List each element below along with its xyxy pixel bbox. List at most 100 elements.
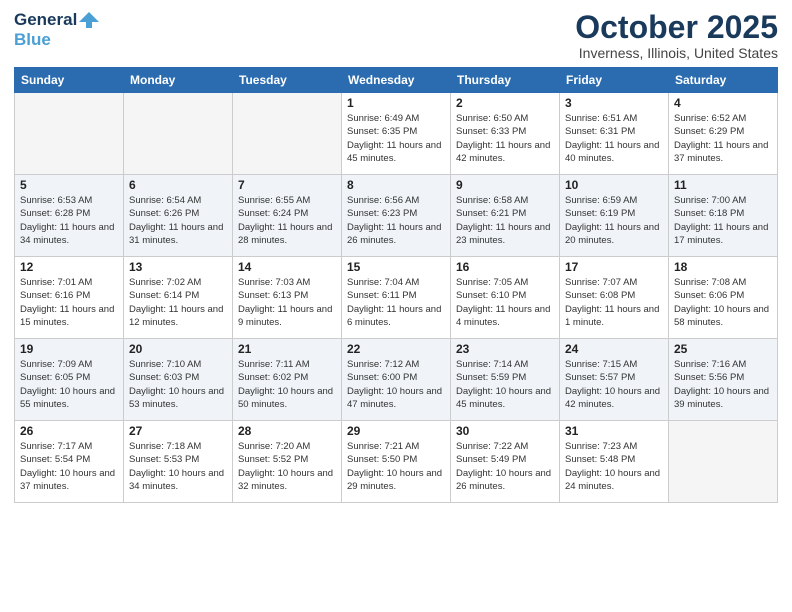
day-info: Sunrise: 7:05 AMSunset: 6:10 PMDaylight:… bbox=[456, 276, 554, 329]
table-row bbox=[233, 93, 342, 175]
day-info: Sunrise: 7:03 AMSunset: 6:13 PMDaylight:… bbox=[238, 276, 336, 329]
table-row: 10 Sunrise: 6:59 AMSunset: 6:19 PMDayligh… bbox=[560, 175, 669, 257]
table-row: 13 Sunrise: 7:02 AMSunset: 6:14 PMDayligh… bbox=[124, 257, 233, 339]
table-row: 4Sunrise: 6:52 AMSunset: 6:29 PMDaylight… bbox=[669, 93, 778, 175]
table-row bbox=[124, 93, 233, 175]
table-row: 26 Sunrise: 7:17 AMSunset: 5:54 PMDayligh… bbox=[15, 421, 124, 503]
table-row: 22Sunrise: 7:12 AMSunset: 6:00 PMDayligh… bbox=[342, 339, 451, 421]
calendar-week-row: 12 Sunrise: 7:01 AMSunset: 6:16 PMDayligh… bbox=[15, 257, 778, 339]
calendar-header-row: Sunday Monday Tuesday Wednesday Thursday… bbox=[15, 68, 778, 93]
table-row bbox=[15, 93, 124, 175]
day-number: 9 bbox=[456, 178, 554, 192]
table-row: 11 Sunrise: 7:00 AMSunset: 6:18 PMDayligh… bbox=[669, 175, 778, 257]
page: General Blue October 2025 Inverness, Ill… bbox=[0, 0, 792, 612]
day-info: Sunrise: 7:22 AMSunset: 5:49 PMDaylight:… bbox=[456, 440, 554, 493]
day-number: 7 bbox=[238, 178, 336, 192]
table-row: 23Sunrise: 7:14 AMSunset: 5:59 PMDayligh… bbox=[451, 339, 560, 421]
table-row: 18 Sunrise: 7:08 AMSunset: 6:06 PMDayligh… bbox=[669, 257, 778, 339]
day-info: Sunrise: 7:07 AMSunset: 6:08 PMDaylight:… bbox=[565, 276, 663, 329]
day-number: 30 bbox=[456, 424, 554, 438]
calendar-week-row: 1 Sunrise: 6:49 AMSunset: 6:35 PMDaylight… bbox=[15, 93, 778, 175]
location: Inverness, Illinois, United States bbox=[575, 45, 778, 61]
day-info: Sunrise: 7:08 AMSunset: 6:06 PMDaylight:… bbox=[674, 276, 772, 329]
table-row: 20 Sunrise: 7:10 AMSunset: 6:03 PMDayligh… bbox=[124, 339, 233, 421]
col-tuesday: Tuesday bbox=[233, 68, 342, 93]
col-saturday: Saturday bbox=[669, 68, 778, 93]
logo-bird-icon bbox=[79, 12, 99, 28]
logo-blue: Blue bbox=[14, 30, 51, 49]
header: General Blue October 2025 Inverness, Ill… bbox=[14, 10, 778, 61]
day-info: Sunrise: 7:17 AMSunset: 5:54 PMDaylight:… bbox=[20, 440, 118, 493]
table-row: 8 Sunrise: 6:56 AMSunset: 6:23 PMDaylight… bbox=[342, 175, 451, 257]
day-number: 28 bbox=[238, 424, 336, 438]
col-thursday: Thursday bbox=[451, 68, 560, 93]
day-info: Sunrise: 7:02 AMSunset: 6:14 PMDaylight:… bbox=[129, 276, 227, 329]
day-number: 21 bbox=[238, 342, 336, 356]
day-number: 8 bbox=[347, 178, 445, 192]
day-number: 14 bbox=[238, 260, 336, 274]
day-info: Sunrise: 6:53 AMSunset: 6:28 PMDaylight:… bbox=[20, 194, 118, 247]
day-info: Sunrise: 7:11 AMSunset: 6:02 PMDaylight:… bbox=[238, 358, 336, 411]
day-number: 10 bbox=[565, 178, 663, 192]
table-row: 5Sunrise: 6:53 AMSunset: 6:28 PMDaylight… bbox=[15, 175, 124, 257]
col-sunday: Sunday bbox=[15, 68, 124, 93]
table-row: 27 Sunrise: 7:18 AMSunset: 5:53 PMDayligh… bbox=[124, 421, 233, 503]
day-number: 24 bbox=[565, 342, 663, 356]
day-info: Sunrise: 6:50 AMSunset: 6:33 PMDaylight:… bbox=[456, 112, 554, 165]
day-info: Sunrise: 7:15 AMSunset: 5:57 PMDaylight:… bbox=[565, 358, 663, 411]
col-friday: Friday bbox=[560, 68, 669, 93]
day-number: 29 bbox=[347, 424, 445, 438]
day-number: 27 bbox=[129, 424, 227, 438]
table-row: 14 Sunrise: 7:03 AMSunset: 6:13 PMDayligh… bbox=[233, 257, 342, 339]
table-row: 6 Sunrise: 6:54 AMSunset: 6:26 PMDaylight… bbox=[124, 175, 233, 257]
day-number: 4 bbox=[674, 96, 772, 110]
day-number: 25 bbox=[674, 342, 772, 356]
day-info: Sunrise: 6:56 AMSunset: 6:23 PMDaylight:… bbox=[347, 194, 445, 247]
day-info: Sunrise: 7:14 AMSunset: 5:59 PMDaylight:… bbox=[456, 358, 554, 411]
col-monday: Monday bbox=[124, 68, 233, 93]
day-info: Sunrise: 7:21 AMSunset: 5:50 PMDaylight:… bbox=[347, 440, 445, 493]
day-number: 13 bbox=[129, 260, 227, 274]
day-info: Sunrise: 7:23 AMSunset: 5:48 PMDaylight:… bbox=[565, 440, 663, 493]
day-info: Sunrise: 6:58 AMSunset: 6:21 PMDaylight:… bbox=[456, 194, 554, 247]
col-wednesday: Wednesday bbox=[342, 68, 451, 93]
table-row: 7 Sunrise: 6:55 AMSunset: 6:24 PMDaylight… bbox=[233, 175, 342, 257]
day-info: Sunrise: 6:49 AMSunset: 6:35 PMDaylight:… bbox=[347, 112, 445, 165]
day-info: Sunrise: 6:54 AMSunset: 6:26 PMDaylight:… bbox=[129, 194, 227, 247]
day-info: Sunrise: 7:10 AMSunset: 6:03 PMDaylight:… bbox=[129, 358, 227, 411]
day-info: Sunrise: 6:51 AMSunset: 6:31 PMDaylight:… bbox=[565, 112, 663, 165]
table-row: 3 Sunrise: 6:51 AMSunset: 6:31 PMDaylight… bbox=[560, 93, 669, 175]
day-info: Sunrise: 7:00 AMSunset: 6:18 PMDaylight:… bbox=[674, 194, 772, 247]
day-number: 20 bbox=[129, 342, 227, 356]
table-row: 12 Sunrise: 7:01 AMSunset: 6:16 PMDayligh… bbox=[15, 257, 124, 339]
day-info: Sunrise: 7:09 AMSunset: 6:05 PMDaylight:… bbox=[20, 358, 118, 411]
day-number: 26 bbox=[20, 424, 118, 438]
day-number: 1 bbox=[347, 96, 445, 110]
calendar-week-row: 26 Sunrise: 7:17 AMSunset: 5:54 PMDayligh… bbox=[15, 421, 778, 503]
day-info: Sunrise: 7:12 AMSunset: 6:00 PMDaylight:… bbox=[347, 358, 445, 411]
day-number: 18 bbox=[674, 260, 772, 274]
month-title: October 2025 bbox=[575, 10, 778, 45]
day-number: 6 bbox=[129, 178, 227, 192]
day-number: 11 bbox=[674, 178, 772, 192]
logo: General Blue bbox=[14, 10, 99, 50]
table-row: 29 Sunrise: 7:21 AMSunset: 5:50 PMDayligh… bbox=[342, 421, 451, 503]
logo-general: General bbox=[14, 10, 77, 30]
title-block: October 2025 Inverness, Illinois, United… bbox=[575, 10, 778, 61]
day-number: 2 bbox=[456, 96, 554, 110]
day-info: Sunrise: 7:18 AMSunset: 5:53 PMDaylight:… bbox=[129, 440, 227, 493]
day-info: Sunrise: 7:04 AMSunset: 6:11 PMDaylight:… bbox=[347, 276, 445, 329]
day-number: 3 bbox=[565, 96, 663, 110]
day-info: Sunrise: 6:55 AMSunset: 6:24 PMDaylight:… bbox=[238, 194, 336, 247]
day-info: Sunrise: 7:01 AMSunset: 6:16 PMDaylight:… bbox=[20, 276, 118, 329]
day-info: Sunrise: 7:16 AMSunset: 5:56 PMDaylight:… bbox=[674, 358, 772, 411]
day-number: 12 bbox=[20, 260, 118, 274]
table-row: 9 Sunrise: 6:58 AMSunset: 6:21 PMDaylight… bbox=[451, 175, 560, 257]
calendar-week-row: 5Sunrise: 6:53 AMSunset: 6:28 PMDaylight… bbox=[15, 175, 778, 257]
day-number: 16 bbox=[456, 260, 554, 274]
table-row: 17Sunrise: 7:07 AMSunset: 6:08 PMDayligh… bbox=[560, 257, 669, 339]
day-number: 15 bbox=[347, 260, 445, 274]
day-info: Sunrise: 6:59 AMSunset: 6:19 PMDaylight:… bbox=[565, 194, 663, 247]
table-row: 21 Sunrise: 7:11 AMSunset: 6:02 PMDayligh… bbox=[233, 339, 342, 421]
table-row: 30 Sunrise: 7:22 AMSunset: 5:49 PMDayligh… bbox=[451, 421, 560, 503]
